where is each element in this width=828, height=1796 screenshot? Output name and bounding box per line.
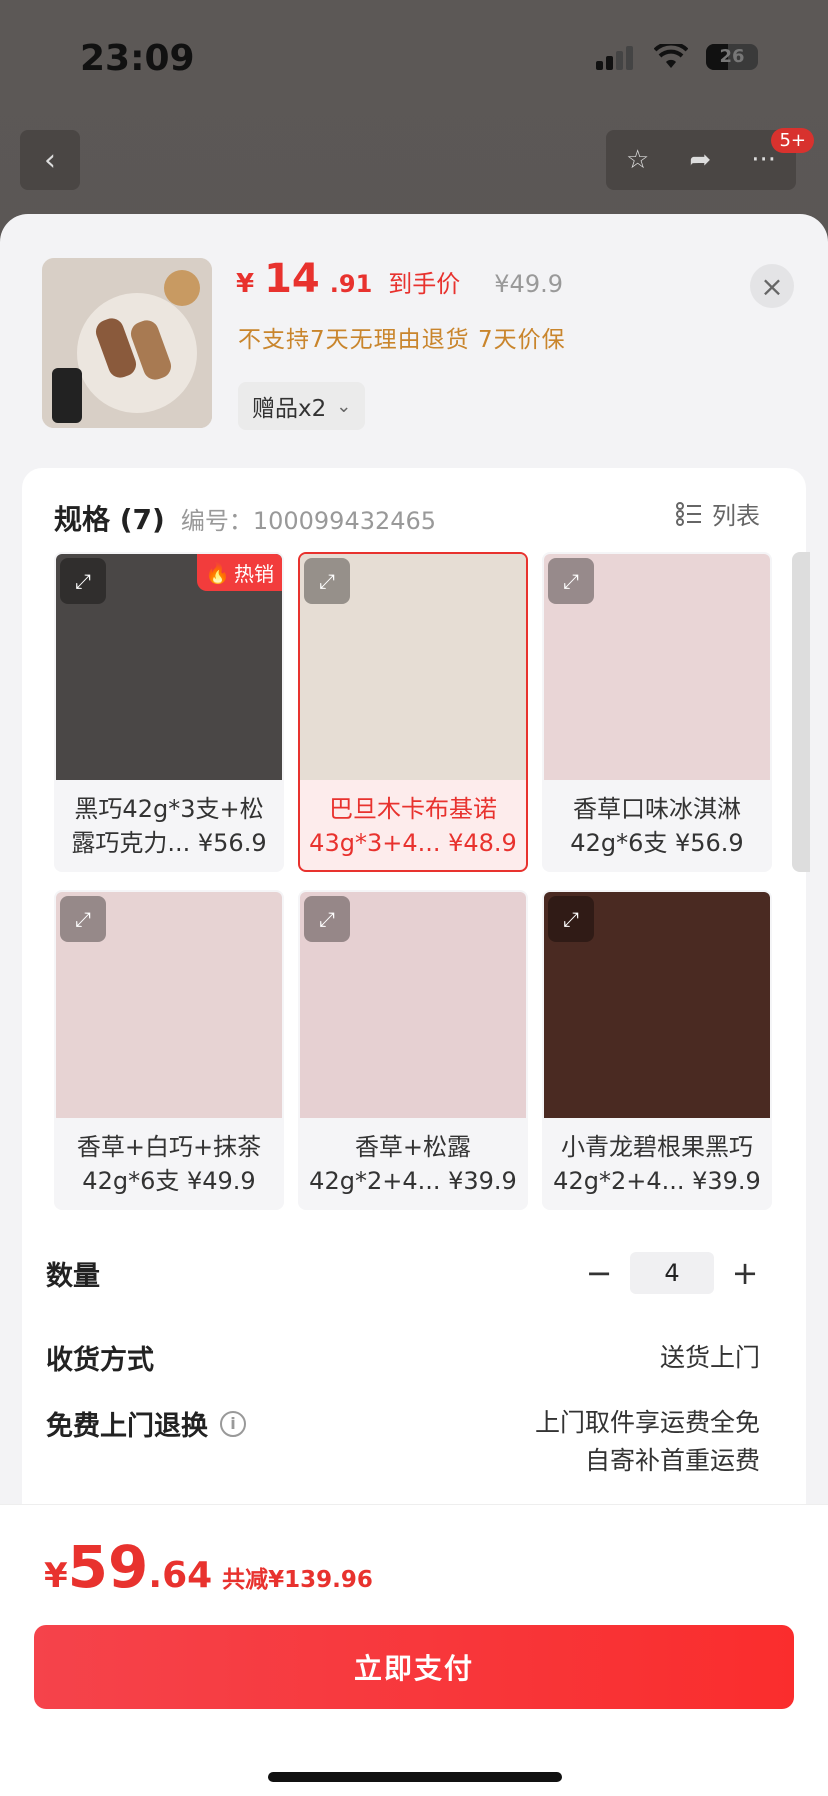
- spec-option[interactable]: ⤢ 小青龙碧根果黑巧 42g*2+4... ¥39.9: [542, 890, 772, 1210]
- purchase-sheet: ¥14.91 到手价 ¥49.9 不支持7天无理由退货 7天价保 赠品x2 ⌄ …: [0, 214, 828, 1796]
- close-button[interactable]: ×: [750, 264, 794, 308]
- spec-option[interactable]: ⤢ 香草+松露 42g*2+4... ¥39.9: [298, 890, 528, 1210]
- star-icon[interactable]: ☆: [626, 145, 649, 175]
- expand-icon[interactable]: ⤢: [304, 896, 350, 942]
- price-value: 14: [264, 256, 320, 302]
- list-icon: [676, 501, 701, 526]
- option-image: ⤢: [544, 554, 770, 780]
- quantity-input[interactable]: 4: [630, 1252, 714, 1294]
- option-image: ⤢: [300, 892, 526, 1118]
- battery-icon: 26: [706, 44, 758, 70]
- option-image: ⤢ 🔥 热销: [56, 554, 282, 780]
- checkout-footer: ¥59.64 共减¥139.96 立即支付: [0, 1504, 828, 1796]
- spec-option[interactable]: ⤢ 🔥 热销 黑巧42g*3支+松 露巧克力... ¥56.9: [54, 552, 284, 872]
- flame-icon: 🔥: [205, 560, 230, 585]
- next-option-peek: [792, 552, 810, 872]
- back-button[interactable]: ‹: [20, 130, 80, 190]
- quantity-stepper: − 4 +: [584, 1252, 760, 1294]
- option-image: ⤢: [56, 892, 282, 1118]
- more-icon[interactable]: ···: [751, 145, 776, 175]
- product-number: 编号：100099432465: [180, 507, 437, 535]
- spec-title: 规格 (7): [54, 503, 165, 536]
- list-view-button[interactable]: 列表: [676, 496, 760, 531]
- original-price: ¥49.9: [494, 270, 563, 298]
- option-image: ⤢: [544, 892, 770, 1118]
- discount-total: 共减¥139.96: [222, 1567, 373, 1593]
- home-indicator: [268, 1772, 562, 1782]
- info-icon[interactable]: i: [220, 1410, 246, 1437]
- cellular-signal-icon: [596, 44, 636, 70]
- expand-icon[interactable]: ⤢: [60, 896, 106, 942]
- product-thumbnail[interactable]: [42, 258, 212, 428]
- spec-option[interactable]: ⤢ 香草+白巧+抹茶 42g*6支 ¥49.9: [54, 890, 284, 1210]
- hot-badge: 🔥 热销: [197, 554, 282, 591]
- share-icon[interactable]: ➦: [689, 145, 711, 175]
- delivery-label: 收货方式: [46, 1345, 154, 1376]
- status-bar: 23:09 26: [0, 0, 828, 120]
- expand-icon[interactable]: ⤢: [304, 558, 350, 604]
- delivery-row: 收货方式 送货上门: [46, 1338, 760, 1377]
- returns-value: 上门取件享运费全免 自寄补首重运费: [534, 1408, 760, 1475]
- quantity-label: 数量: [46, 1260, 100, 1292]
- returns-row: 免费上门退换 i 上门取件享运费全免 自寄补首重运费: [46, 1404, 760, 1480]
- increase-button[interactable]: +: [730, 1254, 760, 1292]
- wifi-icon: [654, 44, 688, 68]
- spec-option-selected[interactable]: ⤢ 巴旦木卡布基诺 43g*3+4... ¥48.9: [298, 552, 528, 872]
- total-price: ¥59.64 共减¥139.96: [44, 1533, 373, 1601]
- returns-label: 免费上门退换 i: [46, 1404, 246, 1443]
- expand-icon[interactable]: ⤢: [548, 896, 594, 942]
- delivery-value[interactable]: 送货上门: [660, 1339, 760, 1377]
- price-row: ¥14.91 到手价 ¥49.9: [236, 256, 563, 302]
- expand-icon[interactable]: ⤢: [60, 558, 106, 604]
- return-policy-notice: 不支持7天无理由退货 7天价保: [238, 327, 566, 353]
- decrease-button[interactable]: −: [584, 1254, 614, 1292]
- option-image: ⤢: [300, 554, 526, 780]
- spec-header: 规格 (7) 编号：100099432465: [54, 498, 436, 538]
- price-tag: 到手价: [388, 270, 461, 298]
- pay-now-button[interactable]: 立即支付: [34, 1625, 794, 1709]
- close-icon: ×: [760, 269, 784, 303]
- spec-option[interactable]: ⤢ 香草口味冰淇淋 42g*6支 ¥56.9: [542, 552, 772, 872]
- background-actions: ☆ ➦ ···: [606, 130, 796, 190]
- quantity-row: 数量 − 4 +: [46, 1252, 760, 1294]
- chevron-down-icon: ⌄: [336, 395, 352, 417]
- notification-badge: 5+: [771, 128, 814, 153]
- expand-icon[interactable]: ⤢: [548, 558, 594, 604]
- gift-button[interactable]: 赠品x2 ⌄: [238, 382, 366, 430]
- status-time: 23:09: [80, 38, 195, 79]
- sheet-header: ¥14.91 到手价 ¥49.9 不支持7天无理由退货 7天价保 赠品x2 ⌄ …: [0, 214, 828, 460]
